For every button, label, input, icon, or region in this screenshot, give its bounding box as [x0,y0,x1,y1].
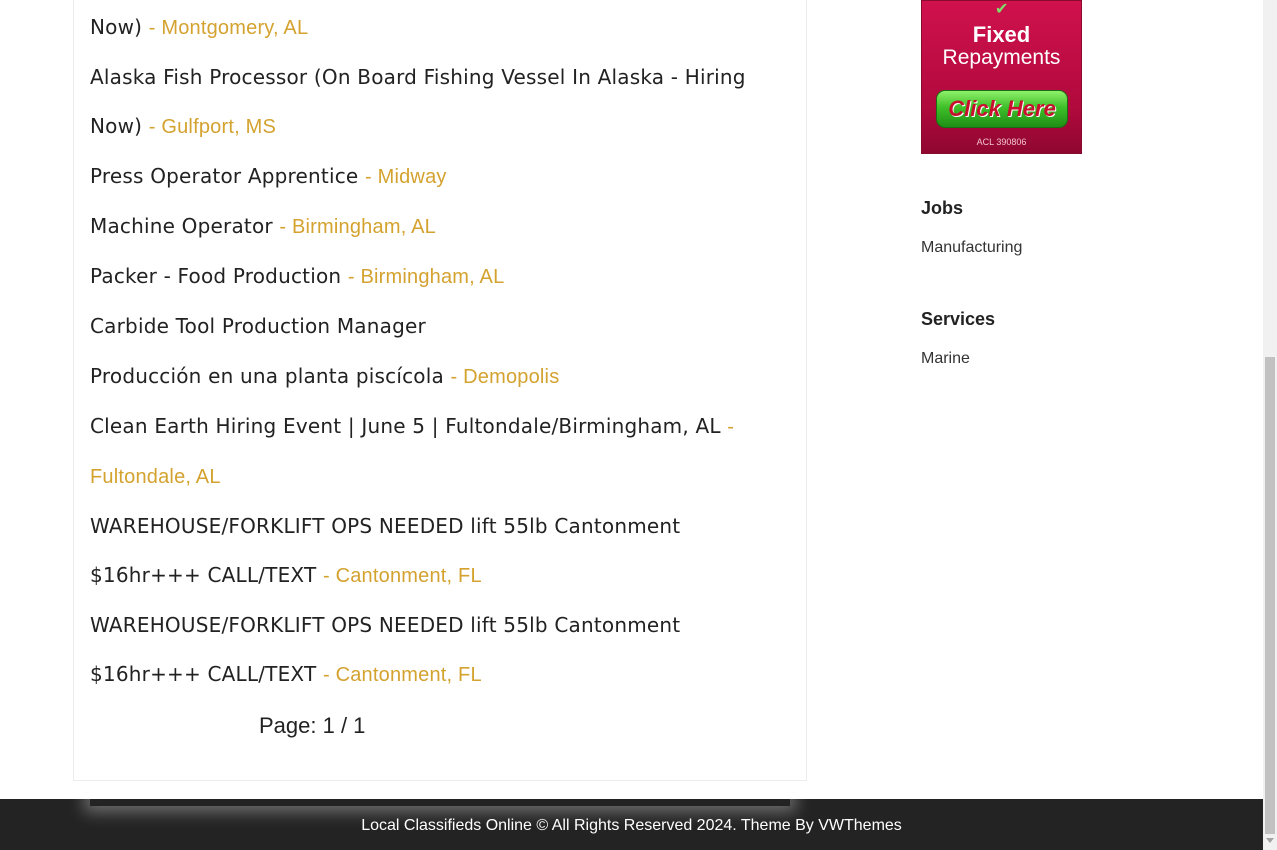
job-title-link[interactable]: Press Operator Apprentice [90,164,358,188]
scroll-down-arrow-icon[interactable] [1266,838,1274,843]
job-location: - Cantonment, FL [322,664,482,686]
job-location: - Cantonment, FL [322,565,482,587]
scrollbar-thumb[interactable] [1265,357,1275,834]
job-location: - Midway [364,166,447,188]
footer-glow [90,796,790,806]
job-title-link[interactable]: Clean Earth Hiring Event | June 5 | Fult… [90,414,721,438]
job-location: - Gulfport, MS [148,116,277,138]
ad-banner[interactable]: ✔ Fixed Repayments Click Here ACL 390806 [921,0,1082,154]
checkmark-icon: ✔ [995,0,1009,18]
list-item[interactable]: Alaska Fish Processor (On Board Fishing … [90,53,770,152]
job-location: - Birmingham, AL [279,216,436,238]
list-item[interactable]: Press Operator Apprentice - Midway [90,152,770,202]
job-title-link[interactable]: Producción en una planta piscícola [90,364,444,388]
list-item[interactable]: Packer - Food Production - Birmingham, A… [90,252,770,302]
list-item[interactable]: Machine Operator - Birmingham, AL [90,202,770,252]
job-title-link[interactable]: Carbide Tool Production Manager [90,314,426,338]
jobs-widget-title: Jobs [921,198,964,218]
list-item[interactable]: Clean Earth Hiring Event | June 5 | Fult… [90,402,770,502]
job-location: - Birmingham, AL [347,266,505,288]
job-list: Now) - Montgomery, AL Alaska Fish Proces… [90,3,770,700]
page: Now) - Montgomery, AL Alaska Fish Proces… [0,0,1277,850]
services-widget-title: Services [921,309,996,329]
footer: Local Classifieds Online © All Rights Re… [0,799,1263,850]
ad-headline: Fixed [972,22,1031,47]
list-item[interactable]: Carbide Tool Production Manager [90,302,770,352]
job-title-link[interactable]: Now) [90,15,142,39]
list-item[interactable]: WAREHOUSE/FORKLIFT OPS NEEDED lift 55lb … [90,502,770,601]
list-item[interactable]: Now) - Montgomery, AL [90,3,770,53]
pagination: Page: 1 / 1 [259,713,366,738]
job-location: - Demopolis [450,366,560,388]
ad-subheadline: Repayments [942,46,1061,69]
footer-copyright: Local Classifieds Online © All Rights Re… [361,817,902,834]
ad-license-text: ACL 390806 [976,137,1027,147]
job-location: - Montgomery, AL [148,17,309,39]
sidebar-item-marine[interactable]: Marine [921,350,970,368]
job-title-link[interactable]: Machine Operator [90,214,273,238]
ad-click-here-button[interactable]: Click Here [936,90,1068,128]
list-item[interactable]: Producción en una planta piscícola - Dem… [90,352,770,402]
scrollbar[interactable] [1263,0,1277,850]
sidebar-item-manufacturing[interactable]: Manufacturing [921,239,1022,257]
job-title-link[interactable]: Packer - Food Production [90,264,341,288]
list-item[interactable]: WAREHOUSE/FORKLIFT OPS NEEDED lift 55lb … [90,601,770,700]
